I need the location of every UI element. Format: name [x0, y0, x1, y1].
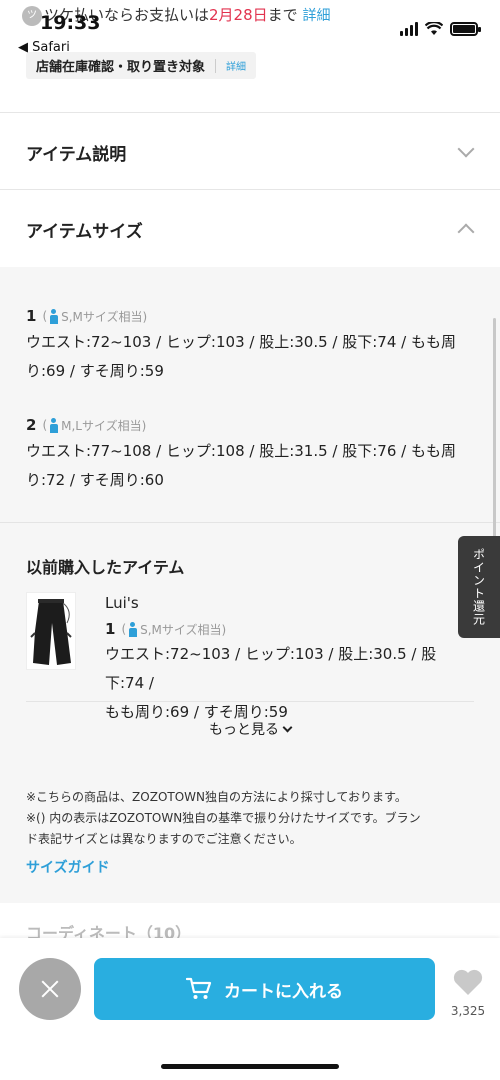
status-icons — [400, 22, 481, 36]
pants-image — [30, 599, 72, 665]
person-icon — [50, 417, 59, 433]
tag-separator — [215, 58, 217, 73]
accordion-title-description: アイテム説明 — [26, 144, 127, 165]
size-entry: 2 (M,Lサイズ相当) ウエスト:77~108 / ヒップ:108 / 股上:… — [26, 416, 466, 495]
size-equivalent: (S,Mサイズ相当) — [121, 621, 227, 637]
accordion-item-description[interactable]: アイテム説明 — [0, 114, 500, 190]
point-return-tab[interactable]: ポイント還元 — [458, 536, 500, 638]
promo-detail-link[interactable]: 詳細 — [302, 8, 330, 24]
size-entry: 1 (S,Mサイズ相当) ウエスト:72~103 / ヒップ:103 / 股上:… — [26, 307, 466, 386]
accordion-item-size[interactable]: アイテムサイズ — [0, 191, 500, 267]
chevron-down-icon — [457, 140, 475, 158]
bottom-action-bar: カートに入れる 3,325 — [0, 938, 500, 1080]
divider — [0, 522, 500, 523]
divider — [26, 701, 474, 702]
size-measurements: ウエスト:72~103 / ヒップ:103 / 股上:30.5 / 股下:74 … — [26, 333, 456, 380]
close-icon — [39, 978, 61, 1000]
add-to-cart-label: カートに入れる — [224, 981, 343, 1002]
size-number: 1 — [26, 307, 37, 325]
promo-date: 2月28日 — [209, 6, 268, 24]
cart-icon — [186, 977, 212, 999]
chevron-up-icon — [457, 223, 475, 241]
favorite-count: 3,325 — [450, 1004, 486, 1018]
purchase-history-title: 以前購入したアイテム — [26, 558, 185, 577]
size-panel: 1 (S,Mサイズ相当) ウエスト:72~103 / ヒップ:103 / 股上:… — [0, 267, 500, 903]
promo-suffix: まで — [267, 6, 298, 24]
clock: 19:33 — [40, 12, 101, 34]
size-notes: ※こちらの商品は、ZOZOTOWN独自の方法により採寸しております。 ※() 内… — [26, 790, 421, 846]
size-equivalent: (M,Lサイズ相当) — [42, 417, 147, 433]
show-more-button[interactable]: もっと見る — [0, 719, 500, 739]
favorite-button[interactable]: 3,325 — [446, 968, 490, 1018]
close-button[interactable] — [19, 958, 81, 1020]
store-stock-tag[interactable]: 店舗在庫確認・取り置き対象 詳細 — [26, 52, 257, 79]
chevron-down-icon — [282, 722, 293, 733]
size-guide-link[interactable]: サイズガイド — [26, 857, 110, 877]
purchased-item-thumbnail[interactable] — [26, 592, 76, 670]
zozo-logo-icon: ツ — [22, 5, 42, 26]
home-indicator — [161, 1064, 339, 1069]
accordion-title-size: アイテムサイズ — [26, 221, 143, 242]
size-measurements: ウエスト:72~103 / ヒップ:103 / 股上:30.5 / 股下:74 … — [105, 645, 437, 721]
wifi-icon — [425, 22, 443, 35]
person-icon — [129, 621, 138, 637]
size-number: 1 — [105, 620, 116, 638]
show-more-label: もっと見る — [209, 722, 279, 738]
store-stock-detail-link[interactable]: 詳細 — [226, 58, 246, 73]
purchased-item-info: Lui's 1 (S,Mサイズ相当) ウエスト:72~103 / ヒップ:103… — [105, 594, 465, 727]
person-icon — [50, 308, 59, 324]
status-bar: ツツケ払いならお支払いは2月28日まで 詳細 19:33 ◀ Safari — [0, 0, 500, 58]
size-equivalent: (S,Mサイズ相当) — [42, 308, 148, 324]
brand-name: Lui's — [105, 594, 139, 612]
divider — [0, 189, 500, 190]
heart-icon — [453, 969, 483, 995]
add-to-cart-button[interactable]: カートに入れる — [94, 958, 435, 1020]
point-return-label: ポイント還元 — [471, 548, 486, 626]
size-measurements: ウエスト:77~108 / ヒップ:108 / 股上:31.5 / 股下:76 … — [26, 442, 456, 489]
store-stock-label: 店舗在庫確認・取り置き対象 — [36, 60, 206, 75]
divider — [0, 112, 500, 113]
size-number: 2 — [26, 416, 37, 434]
coordinate-section-title[interactable]: コーディネート（10） — [26, 920, 191, 938]
battery-icon — [450, 22, 481, 36]
signal-icon — [400, 22, 418, 36]
